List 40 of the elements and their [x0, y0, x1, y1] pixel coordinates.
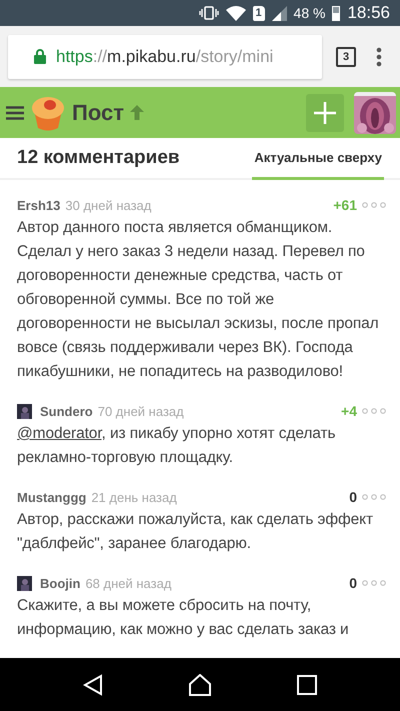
comment-text: Скажите, а вы можете сбросить на почту, информацию, как можно у вас сделать заказ и [17, 596, 350, 640]
comment-rating: +4 [341, 403, 357, 419]
arrow-up-icon[interactable] [130, 105, 144, 120]
comment-time: 70 дней назад [98, 404, 184, 418]
comment-rating: 0 [349, 575, 357, 591]
sort-tab[interactable]: Актуальные сверху [252, 138, 384, 180]
comment-rating: +61 [333, 197, 357, 213]
wifi-icon [226, 6, 246, 20]
comment-author[interactable]: Boojin [40, 576, 80, 590]
plus-icon [314, 102, 336, 124]
comment-author[interactable]: Ersh13 [17, 198, 60, 212]
vibrate-icon [198, 6, 219, 20]
comments-count: 12 комментариев [17, 147, 180, 169]
comment-text: Автор данного поста является обманщиком. Сделал у него заказ 3 недели назад. Перевел по договоренности денежные средства, часть от обговоренной суммы. Все по той же договоренности не высылал эскизы, после пропал вовсе (связь поддерживали через ВК). Господа пикабушники, не попадитесь на разводилово! [17, 218, 380, 382]
address-bar[interactable]: https://m.pikabu.ru/story/mini [8, 34, 322, 78]
page-title: Пост [72, 100, 124, 126]
more-icon[interactable] [362, 494, 386, 500]
comment-time: 30 дней назад [65, 198, 152, 212]
comment-rating: 0 [349, 489, 357, 505]
more-icon[interactable] [362, 580, 386, 586]
comment-time: 21 день назад [91, 490, 177, 504]
more-icon[interactable] [362, 202, 386, 208]
more-icon[interactable] [362, 408, 386, 414]
sim-icon: 1 [252, 6, 265, 20]
tab-switcher-button[interactable]: 3 [336, 46, 356, 66]
comment-author[interactable]: Sundero [40, 404, 93, 418]
add-button[interactable] [306, 94, 344, 132]
comment-time: 68 дней назад [85, 576, 172, 590]
comment-text: Автор, расскажи пожалуйста, как сделать эффект "даблфейс", заранее благодарю. [17, 510, 374, 554]
clock: 18:56 [347, 3, 390, 23]
menu-icon[interactable] [6, 106, 24, 120]
battery-icon [332, 6, 340, 20]
battery-percent: 48 % [294, 5, 326, 21]
lock-icon [34, 49, 46, 64]
menu-icon[interactable] [376, 46, 382, 66]
comment-author[interactable]: Mustanggg [17, 490, 86, 504]
url-text: https://m.pikabu.ru/story/mini [56, 46, 274, 66]
signal-icon [272, 6, 287, 20]
mention-link[interactable]: @moderator [17, 425, 102, 442]
comment-text: @moderator, из пикабу упорно хотят сделать рекламно-торговую площадку. [17, 424, 336, 468]
